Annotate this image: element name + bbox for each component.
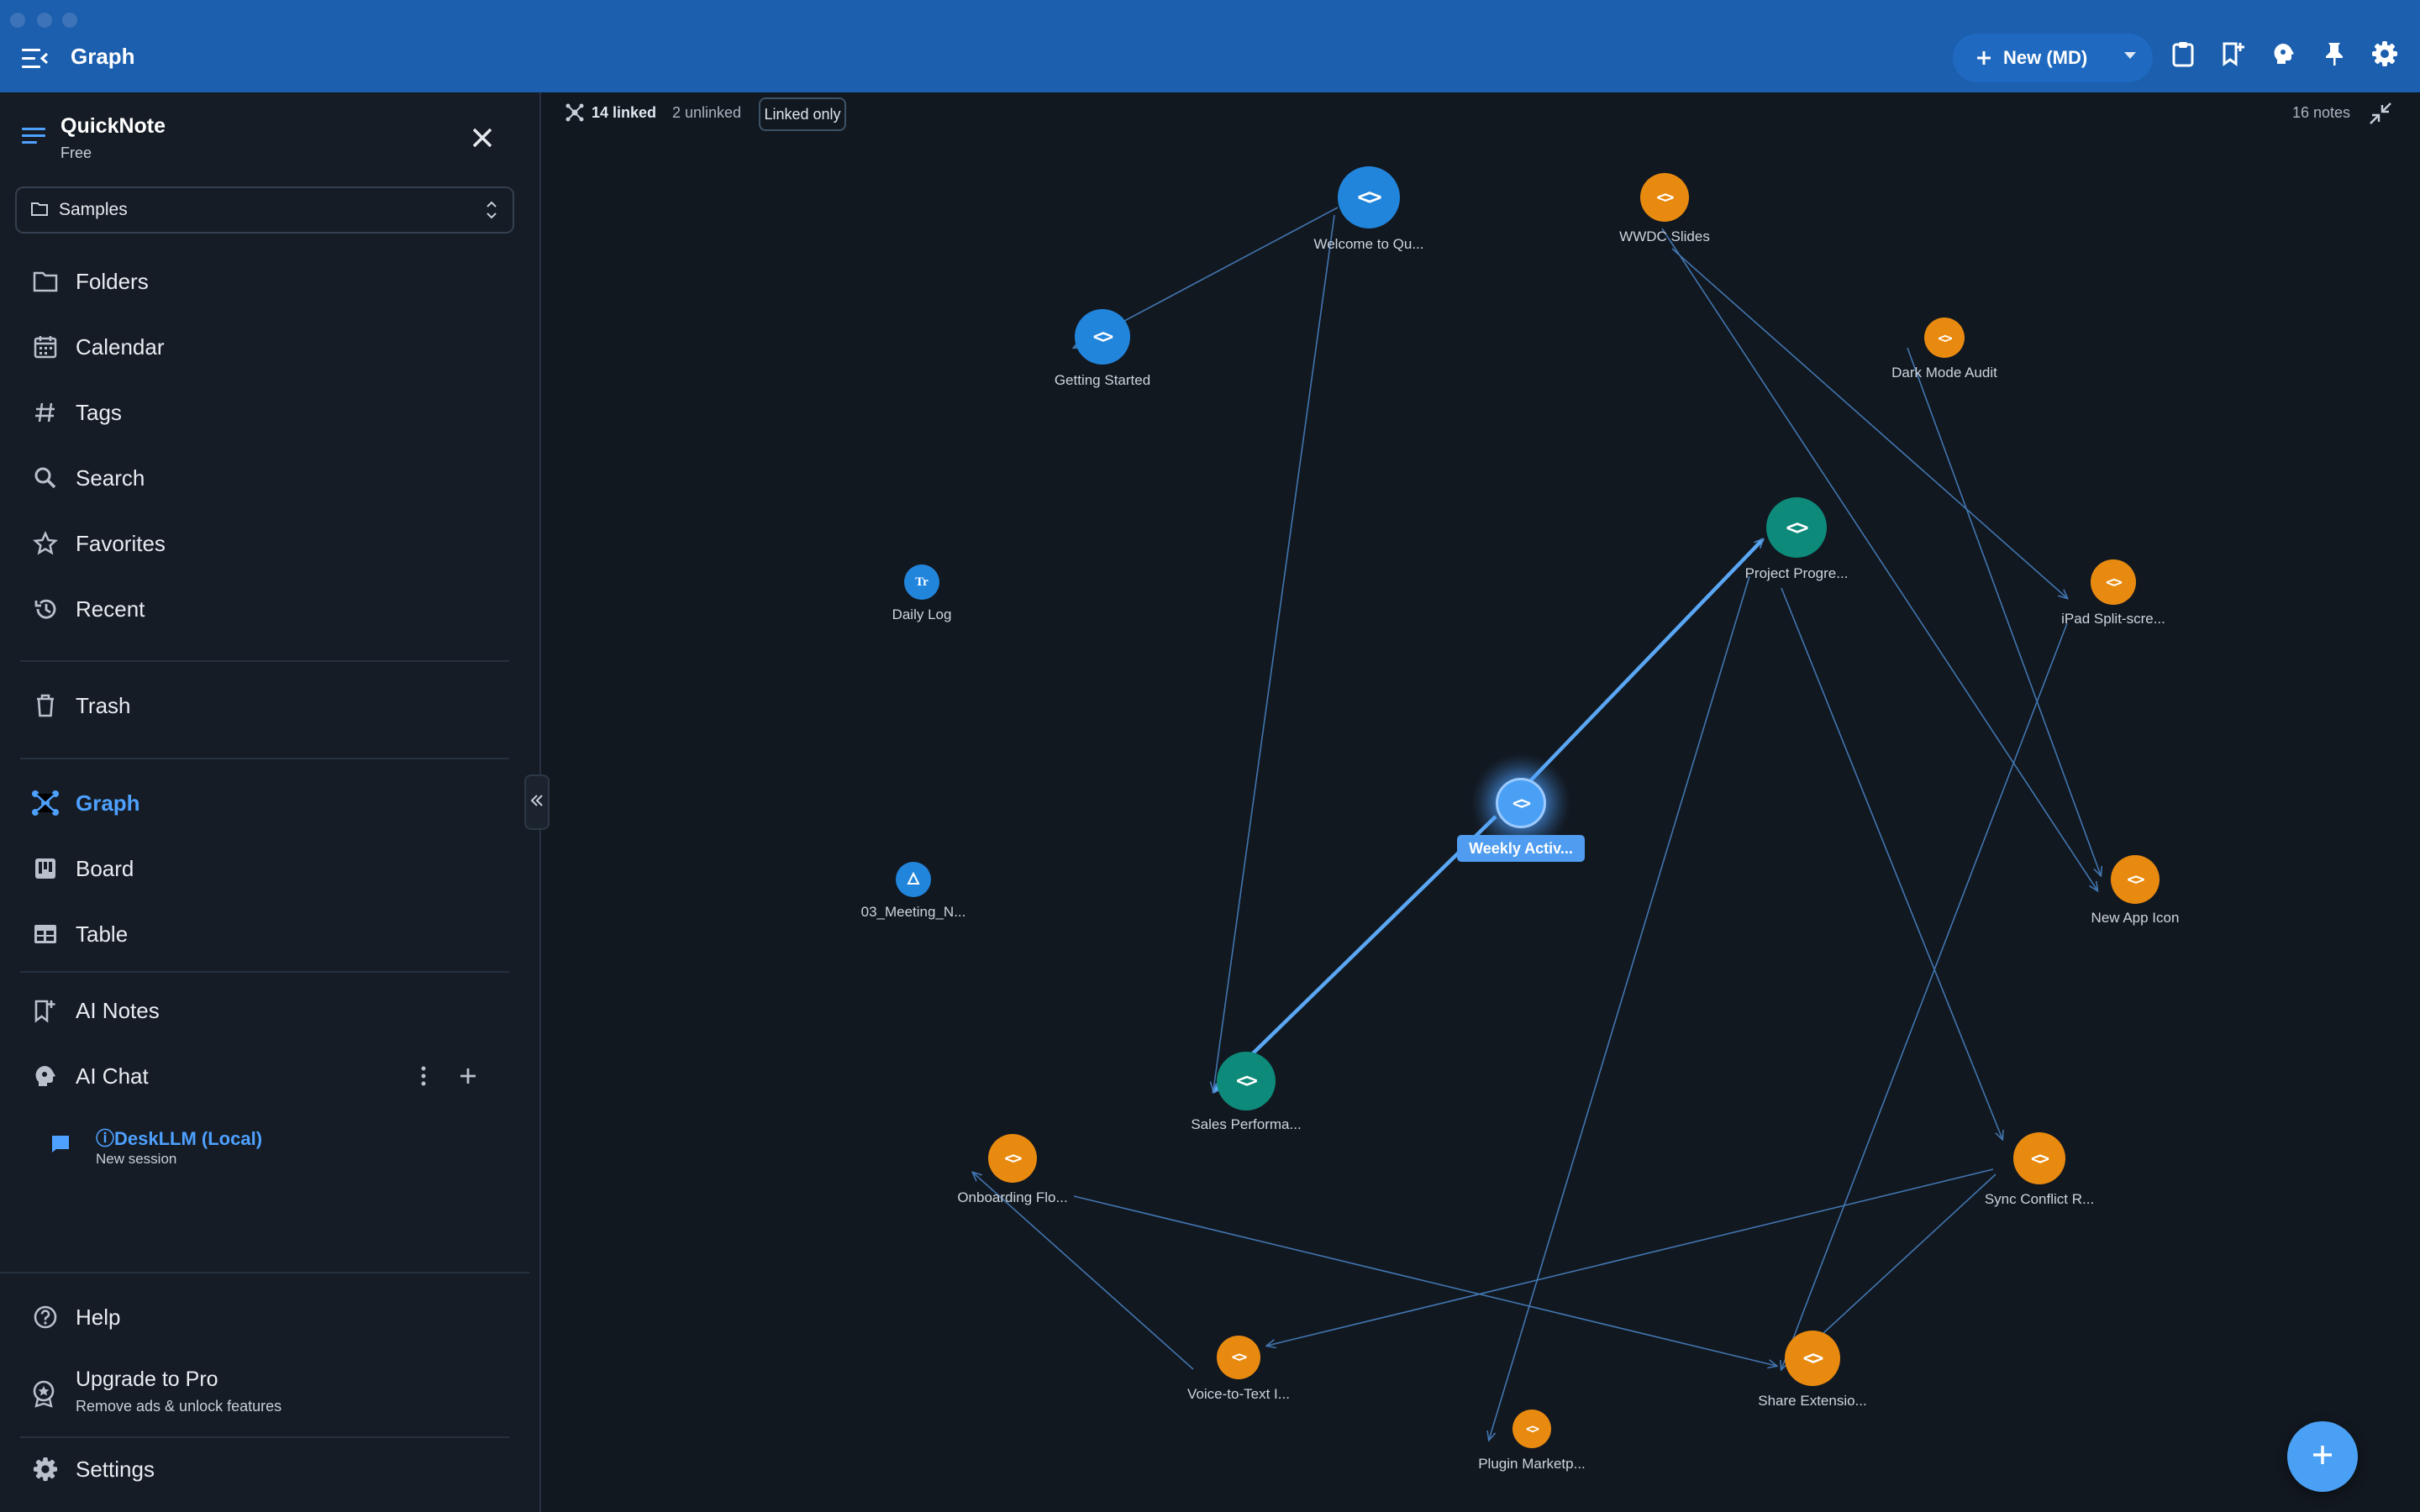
code-icon: <> (1004, 1149, 1023, 1168)
graph-node-label: Share Extensio... (1758, 1393, 1867, 1409)
graph-node-label: Sales Performa... (1191, 1116, 1302, 1132)
graph-node-label: Getting Started (1054, 372, 1151, 388)
graph-node-label: Plugin Marketp... (1478, 1456, 1586, 1472)
code-icon: <> (2127, 870, 2145, 889)
graph-node-welcome[interactable]: <> (1338, 166, 1400, 228)
graph-node-label: iPad Split-scre... (2061, 611, 2165, 627)
code-icon: <> (1938, 329, 1952, 346)
graph-node-label: Daily Log (892, 606, 952, 622)
graph-node-voice-to-text[interactable]: <> (1217, 1336, 1260, 1379)
graph-node-share-extension[interactable]: <> (1785, 1331, 1840, 1386)
graph-node-new-app-icon[interactable]: <> (2111, 855, 2160, 904)
graph-node-ipad-split-screen[interactable]: <> (2091, 559, 2136, 605)
graph-node-getting-started[interactable]: <> (1075, 309, 1130, 365)
graph-edges (0, 207, 2420, 1512)
graph-node-sales-performance[interactable]: <> (1217, 1052, 1276, 1110)
graph-node-label: Voice-to-Text I... (1187, 1386, 1290, 1402)
code-icon: <> (1512, 793, 1531, 813)
graph-node-label: 03_Meeting_N... (860, 904, 966, 920)
code-icon: <> (1802, 1347, 1823, 1369)
code-icon: <> (1231, 1349, 1248, 1366)
graph-node-sync-conflict[interactable]: <> (2013, 1132, 2065, 1184)
code-icon: <> (2030, 1148, 2049, 1168)
edge-ipad-share (1781, 622, 2068, 1369)
graph-node-weekly-activity[interactable]: <> (1496, 778, 1546, 828)
drawing-icon (907, 871, 920, 888)
edge-weekly-sales (1213, 815, 1497, 1092)
code-icon: <> (1236, 1070, 1258, 1092)
code-icon: <> (1357, 185, 1381, 210)
selected-node-label: Weekly Activ... (1457, 835, 1585, 862)
graph-node-meeting-notes[interactable] (896, 862, 931, 897)
edge-sync-voice (1267, 1168, 1994, 1346)
graph-node-daily-log[interactable]: Tr (904, 564, 939, 600)
graph-node-plugin-marketplace[interactable]: <> (1512, 1410, 1551, 1448)
graph-node-onboarding-flow[interactable]: <> (988, 1134, 1037, 1183)
code-icon: <> (2106, 573, 2123, 591)
graph-node-label: Onboarding Flo... (957, 1189, 1068, 1205)
code-icon: <> (1525, 1421, 1539, 1436)
code-icon: <> (1092, 326, 1113, 348)
graph-node-label: Dark Mode Audit (1891, 365, 1997, 381)
edge-onboarding-share (1073, 1195, 1776, 1366)
edge-wwdc-new-app-icon (1661, 228, 2097, 890)
graph-node-label: WWDC Slides (1619, 228, 1710, 244)
code-icon: <> (1786, 516, 1809, 539)
edge-wwdc-ipad (1671, 248, 2067, 598)
code-icon: <> (1656, 188, 1675, 207)
edge-welcome-sales (1213, 214, 1335, 1090)
graph-node-wwdc-slides[interactable]: <> (1640, 173, 1689, 222)
plus-icon (2310, 1442, 2335, 1472)
graph-node-label: Project Progre... (1744, 565, 1849, 581)
graph-node-label: New App Icon (2091, 910, 2180, 926)
text-icon: Tr (915, 575, 929, 589)
graph-node-project-progress[interactable]: <> (1766, 497, 1827, 558)
edge-project-sync (1781, 587, 2002, 1139)
graph-node-dark-mode-audit[interactable]: <> (1924, 318, 1965, 358)
edge-project-plugin (1489, 575, 1750, 1440)
graph-node-label: Sync Conflict R... (1984, 1191, 2095, 1207)
add-note-fab[interactable] (2287, 1421, 2358, 1492)
graph-node-label: Welcome to Qu... (1313, 236, 1424, 252)
